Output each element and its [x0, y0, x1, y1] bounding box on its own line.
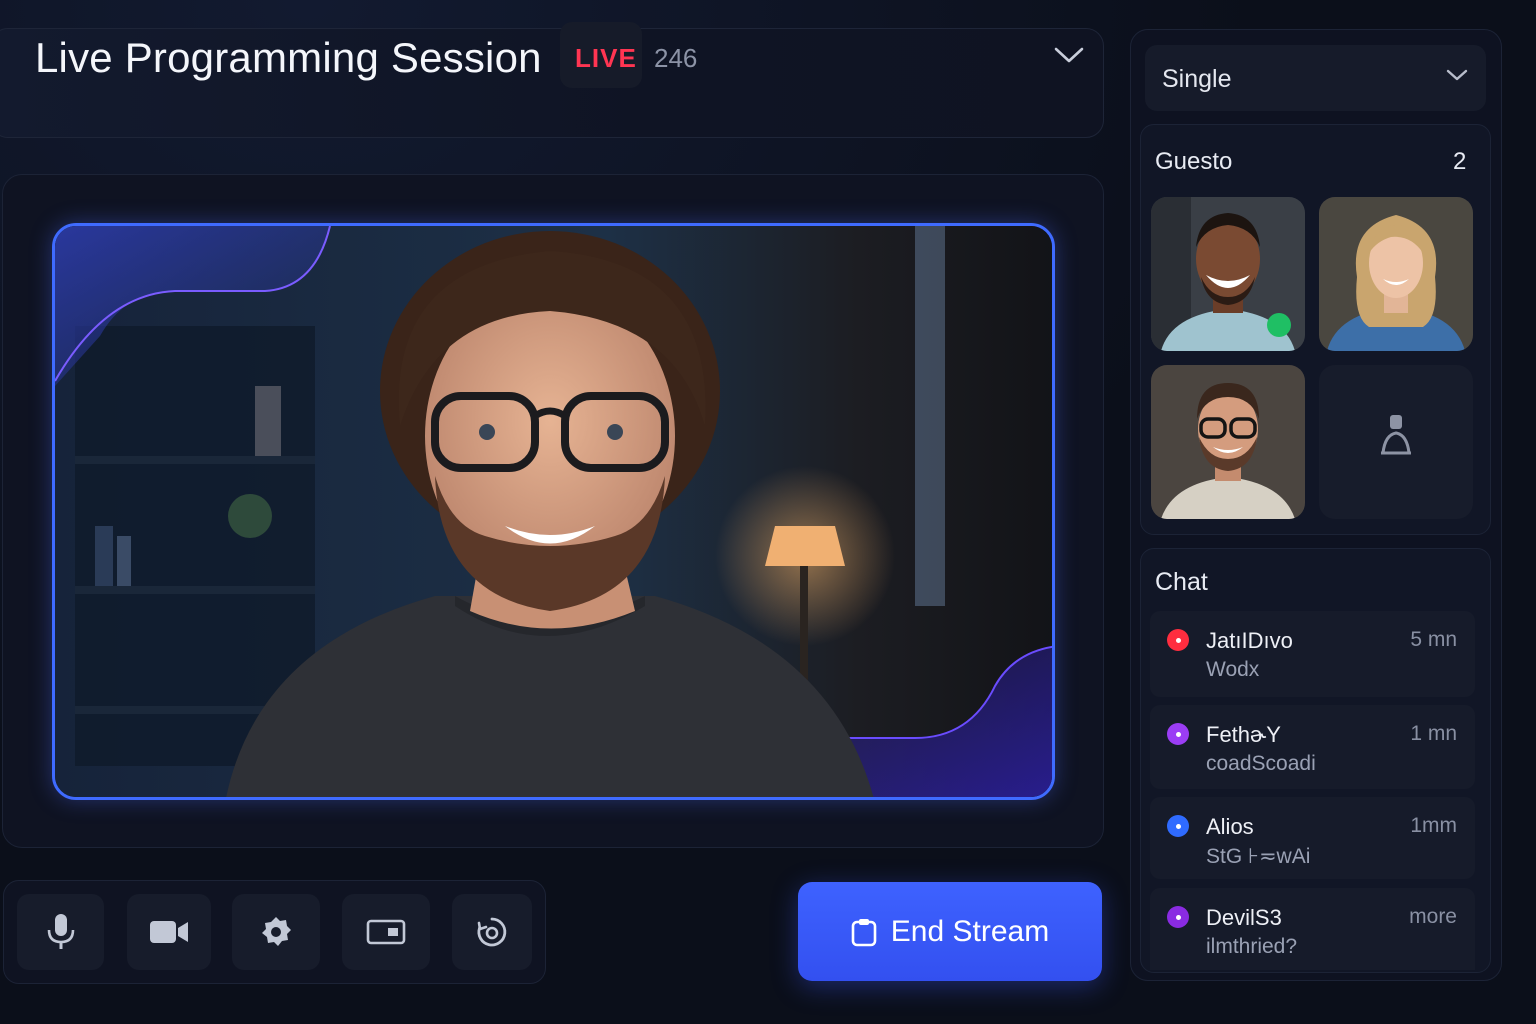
chat-message[interactable]: JatıIDıvo 5 mn Wodx [1150, 611, 1475, 697]
chat-message[interactable]: FethɚY 1 mn coadScoadi [1150, 705, 1475, 789]
main-video-feed [52, 223, 1055, 800]
chat-text: coadScoadi [1206, 752, 1316, 775]
chat-author: JatıIDıvo [1206, 628, 1293, 653]
viewer-count: 246 [654, 43, 698, 73]
empty-guest-slot[interactable] [1319, 365, 1473, 519]
user-status-icon [1167, 629, 1189, 651]
chat-text: Wodx [1206, 658, 1260, 681]
microphone-button[interactable] [17, 894, 104, 970]
microphone-icon [47, 914, 74, 949]
end-stream-label: End Stream [890, 914, 1050, 948]
end-stream-button[interactable]: End Stream [798, 882, 1102, 981]
screen-share-icon [366, 919, 406, 945]
guest-tile[interactable] [1151, 197, 1305, 351]
video-camera-icon [150, 921, 188, 943]
camera-button[interactable] [127, 894, 211, 970]
chat-time: 1mm [1410, 814, 1457, 837]
live-label: LIVE [575, 43, 637, 73]
layout-select[interactable]: Single [1145, 45, 1486, 111]
clipboard-icon [851, 918, 877, 946]
chevron-down-icon[interactable] [1052, 40, 1086, 70]
chat-text: StG ⊦≂wAi [1206, 845, 1311, 868]
screen-share-button[interactable] [342, 894, 430, 970]
chat-time: more [1409, 905, 1457, 928]
guest-tile[interactable] [1151, 365, 1305, 519]
chat-author: DevilS3 [1206, 905, 1282, 930]
layout-select-value: Single [1162, 65, 1232, 93]
user-status-icon [1167, 815, 1189, 837]
chevron-down-icon [1446, 69, 1468, 81]
gear-icon [262, 917, 291, 946]
chat-author: FethɚY [1206, 722, 1281, 747]
user-status-icon [1167, 906, 1189, 928]
guests-title: Guesto [1155, 148, 1233, 175]
page-title: Live Programming Session [35, 34, 542, 81]
settings-button[interactable] [232, 894, 320, 970]
guest-avatar [1151, 197, 1305, 351]
record-button[interactable] [452, 894, 532, 970]
chat-time: 1 mn [1410, 722, 1457, 745]
chat-author: Alios [1206, 814, 1254, 839]
chat-time: 5 mn [1410, 628, 1457, 651]
chat-message[interactable]: DevilS3 more ilmthried? [1150, 888, 1475, 970]
record-icon [477, 917, 507, 947]
chat-message[interactable]: Alios 1mm StG ⊦≂wAi [1150, 797, 1475, 879]
guest-avatar [1319, 197, 1473, 351]
user-status-icon [1167, 723, 1189, 745]
guest-tile[interactable] [1319, 197, 1473, 351]
person-placeholder-icon [1381, 415, 1411, 455]
chat-text: ilmthried? [1206, 935, 1298, 958]
chat-title: Chat [1155, 568, 1208, 596]
guest-avatar [1151, 365, 1305, 519]
stream-dashboard: Live Programming Session LIVE 246 End St… [0, 0, 1536, 1024]
guests-count: 2 [1453, 148, 1467, 175]
